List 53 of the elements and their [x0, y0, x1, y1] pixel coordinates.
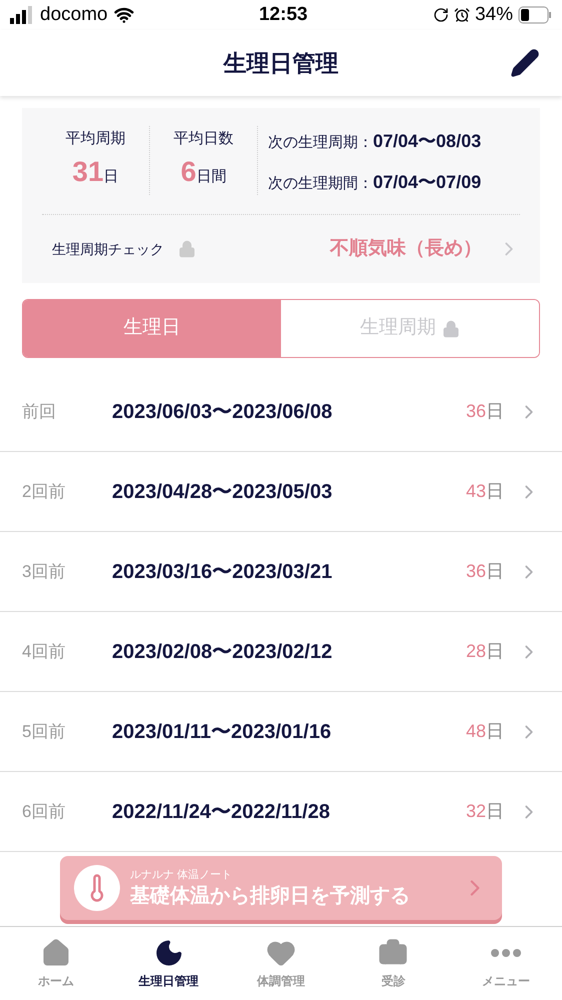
carrier-name: docomo	[40, 2, 108, 27]
prediction-value: 07/04〜08/03	[373, 130, 482, 153]
more-icon	[490, 948, 521, 956]
history-days: 48日	[466, 718, 504, 745]
clock-time: 12:53	[258, 2, 308, 27]
history-days: 28日	[466, 638, 504, 665]
medical-kit-icon	[378, 938, 408, 968]
prediction-label: 次の生理期間：	[268, 174, 373, 194]
history-dates: 2023/03/16〜2023/03/21	[112, 560, 332, 584]
thermometer-icon	[74, 865, 120, 911]
battery-icon	[518, 6, 552, 24]
stat-value: 31日	[72, 154, 119, 188]
history-row[interactable]: 6回前 2022/11/24〜2022/11/28 32日	[0, 772, 562, 852]
history-dates: 2022/11/24〜2022/11/28	[112, 800, 330, 824]
stat-value: 6日間	[180, 154, 226, 188]
history-row[interactable]: 5回前 2023/01/11〜2023/01/16 48日	[0, 692, 562, 772]
stat-label: 平均日数	[174, 129, 234, 149]
history-days: 36日	[466, 558, 504, 585]
cycle-check-result: 不順気味（長め）	[330, 236, 482, 261]
page-title: 生理日管理	[224, 48, 338, 78]
edit-button[interactable]	[510, 48, 540, 78]
history-row[interactable]: 3回前 2023/03/16〜2023/03/21 36日	[0, 532, 562, 612]
history-label: 前回	[22, 400, 57, 423]
moon-icon	[154, 938, 184, 968]
history-label: 4回前	[22, 640, 66, 663]
history-days: 43日	[466, 478, 504, 505]
tab-bar-item[interactable]: 生理日管理	[112, 927, 225, 1000]
history-row[interactable]: 2回前 2023/04/28〜2023/05/03 43日	[0, 452, 562, 532]
house-icon	[41, 938, 72, 968]
wifi-icon	[114, 5, 134, 25]
history-dates: 2023/04/28〜2023/05/03	[112, 480, 332, 504]
history-label: 5回前	[22, 720, 66, 743]
stat-label: 平均周期	[66, 129, 126, 149]
history-row[interactable]: 4回前 2023/02/08〜2023/02/12 28日	[0, 612, 562, 692]
history-dates: 2023/01/11〜2023/01/16	[112, 720, 332, 744]
prediction-label: 次の生理周期：	[268, 133, 373, 153]
banner-caption: ルナルナ 体温ノート	[130, 868, 232, 884]
history-dates: 2023/06/03〜2023/06/08	[112, 400, 332, 424]
history-row[interactable]: 前回 2023/06/03〜2023/06/08 36日	[0, 372, 562, 452]
history-days: 32日	[466, 798, 504, 825]
history-dates: 2023/02/08〜2023/02/12	[112, 640, 332, 664]
signal-icon	[10, 6, 34, 24]
lock-icon	[442, 320, 460, 338]
history-label: 2回前	[22, 480, 66, 503]
alarm-icon	[454, 7, 470, 23]
history-label: 3回前	[22, 560, 66, 583]
cycle-check-label: 生理周期チェック	[52, 240, 164, 258]
prediction-value: 07/04〜07/09	[373, 171, 482, 194]
history-days: 36日	[466, 398, 504, 425]
cycle-check-row[interactable]: 生理周期チェック 不順気味（長め）	[42, 215, 520, 283]
history-label: 6回前	[22, 800, 66, 823]
banner-text: 基礎体温から排卵日を予測する	[130, 884, 410, 909]
battery-percent: 34%	[474, 2, 513, 27]
